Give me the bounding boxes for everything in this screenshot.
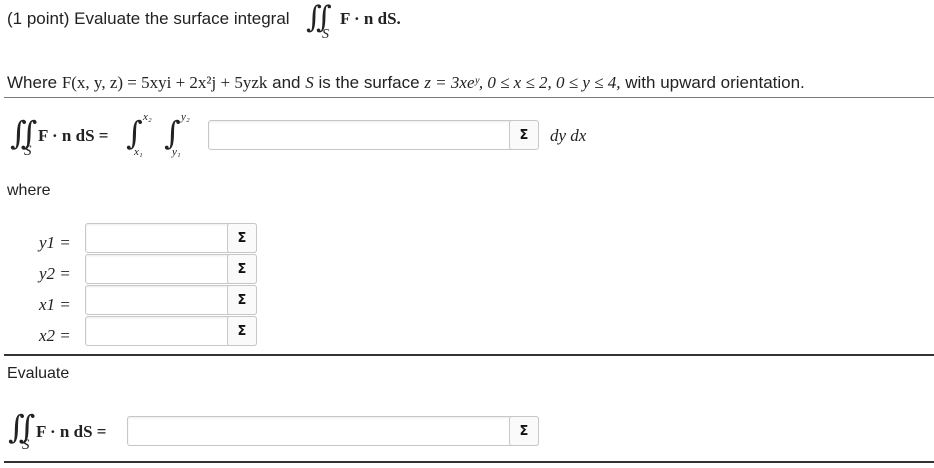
surface-name: S xyxy=(305,73,314,92)
orientation-text: with upward orientation. xyxy=(625,73,805,92)
sigma-icon[interactable]: Σ xyxy=(227,223,257,253)
field-definition: Where F(x, y, z) = 5xyi + 2x²j + 5yzk an… xyxy=(7,73,805,93)
where-label: where xyxy=(7,182,51,199)
differentials: dy dx xyxy=(550,126,587,145)
x-upper-limit: x₂ xyxy=(143,111,152,123)
divider xyxy=(4,461,934,463)
final-lhs: F · n dS = xyxy=(36,422,107,441)
and-text: and xyxy=(272,73,301,92)
limit-label-y2: y2 = xyxy=(39,264,71,283)
y-lower-limit: y₁ xyxy=(172,146,181,158)
sigma-icon[interactable]: Σ xyxy=(509,416,539,446)
header-integrand: F · n dS. xyxy=(340,9,401,28)
surface-subscript: S xyxy=(22,437,30,453)
surface-equation: z = 3xeʸ, 0 ≤ x ≤ 2, 0 ≤ y ≤ 4, xyxy=(424,73,621,92)
sigma-icon[interactable]: Σ xyxy=(227,254,257,284)
is-surface-text: is the surface xyxy=(318,73,420,92)
sigma-icon[interactable]: Σ xyxy=(509,120,539,150)
where-prefix: Where xyxy=(7,73,58,92)
final-answer-input[interactable] xyxy=(127,416,539,446)
surface-subscript: S xyxy=(24,143,32,159)
sigma-icon[interactable]: Σ xyxy=(227,285,257,315)
field-lhs: F(x, y, z) = xyxy=(61,73,142,92)
limit-label-x2: x2 = xyxy=(39,326,71,345)
limit-label-x1: x1 = xyxy=(39,295,71,314)
divider xyxy=(4,97,934,98)
y-upper-limit: y₂ xyxy=(181,111,190,123)
problem-header: (1 point) Evaluate the surface integral xyxy=(7,9,290,29)
field-rhs: 5xyi + 2x²j + 5yzk xyxy=(141,73,268,92)
evaluate-label: Evaluate xyxy=(7,365,70,382)
setup-lhs: F · n dS = xyxy=(38,126,109,145)
divider xyxy=(4,354,934,356)
limit-label-y1: y1 = xyxy=(39,233,71,252)
x-lower-limit: x₁ xyxy=(134,146,143,158)
instruction-text: Evaluate the surface integral xyxy=(74,9,290,28)
sigma-icon[interactable]: Σ xyxy=(227,316,257,346)
points-label: (1 point) xyxy=(7,9,70,28)
surface-subscript: S xyxy=(322,27,329,42)
integrand-input[interactable] xyxy=(208,120,538,150)
